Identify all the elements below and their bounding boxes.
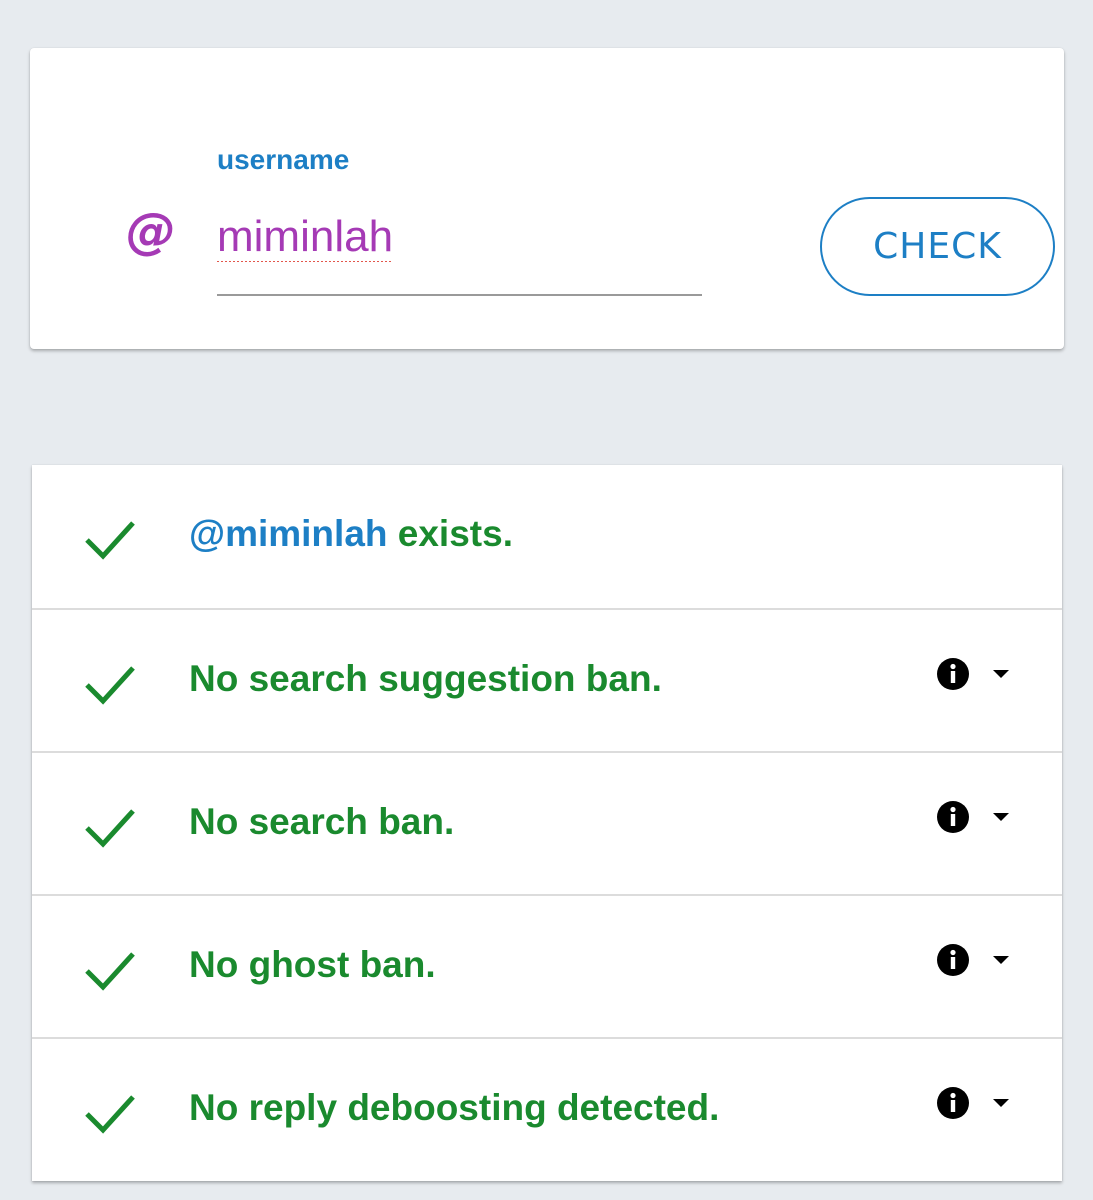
username-field[interactable] xyxy=(217,208,702,296)
check-icon xyxy=(85,952,135,991)
info-icon[interactable] xyxy=(936,943,970,977)
result-text: No reply deboosting detected. xyxy=(189,1087,720,1128)
result-text: No search ban. xyxy=(189,801,455,842)
check-icon xyxy=(85,809,135,848)
dropdown-arrow-icon[interactable] xyxy=(991,811,1011,823)
result-text: @miminlah exists. xyxy=(189,513,513,554)
dropdown-arrow-icon[interactable] xyxy=(991,1097,1011,1109)
username-label: username xyxy=(217,144,350,175)
results-list: @miminlah exists. No search suggestion b… xyxy=(32,465,1062,1181)
info-icon[interactable] xyxy=(936,1086,970,1120)
check-icon xyxy=(85,1095,135,1134)
result-row-ghost-ban[interactable]: No ghost ban. xyxy=(32,894,1062,1037)
username-input[interactable] xyxy=(217,208,702,266)
result-row-search-ban[interactable]: No search ban. xyxy=(32,751,1062,894)
username-search-card: @ username CHECK xyxy=(30,48,1064,349)
check-button[interactable]: CHECK xyxy=(820,197,1055,296)
info-icon[interactable] xyxy=(936,800,970,834)
info-icon[interactable] xyxy=(936,657,970,691)
dropdown-arrow-icon[interactable] xyxy=(991,954,1011,966)
result-row-search-suggestion-ban[interactable]: No search suggestion ban. xyxy=(32,608,1062,751)
check-icon xyxy=(85,666,135,705)
at-sign-icon: @ xyxy=(126,202,176,260)
result-text: No ghost ban. xyxy=(189,944,436,985)
result-text: No search suggestion ban. xyxy=(189,658,662,699)
username-link[interactable]: @miminlah xyxy=(189,513,388,554)
dropdown-arrow-icon[interactable] xyxy=(991,668,1011,680)
result-row-reply-deboosting[interactable]: No reply deboosting detected. xyxy=(32,1037,1062,1180)
check-icon xyxy=(85,521,135,560)
result-row-exists: @miminlah exists. xyxy=(32,465,1062,608)
